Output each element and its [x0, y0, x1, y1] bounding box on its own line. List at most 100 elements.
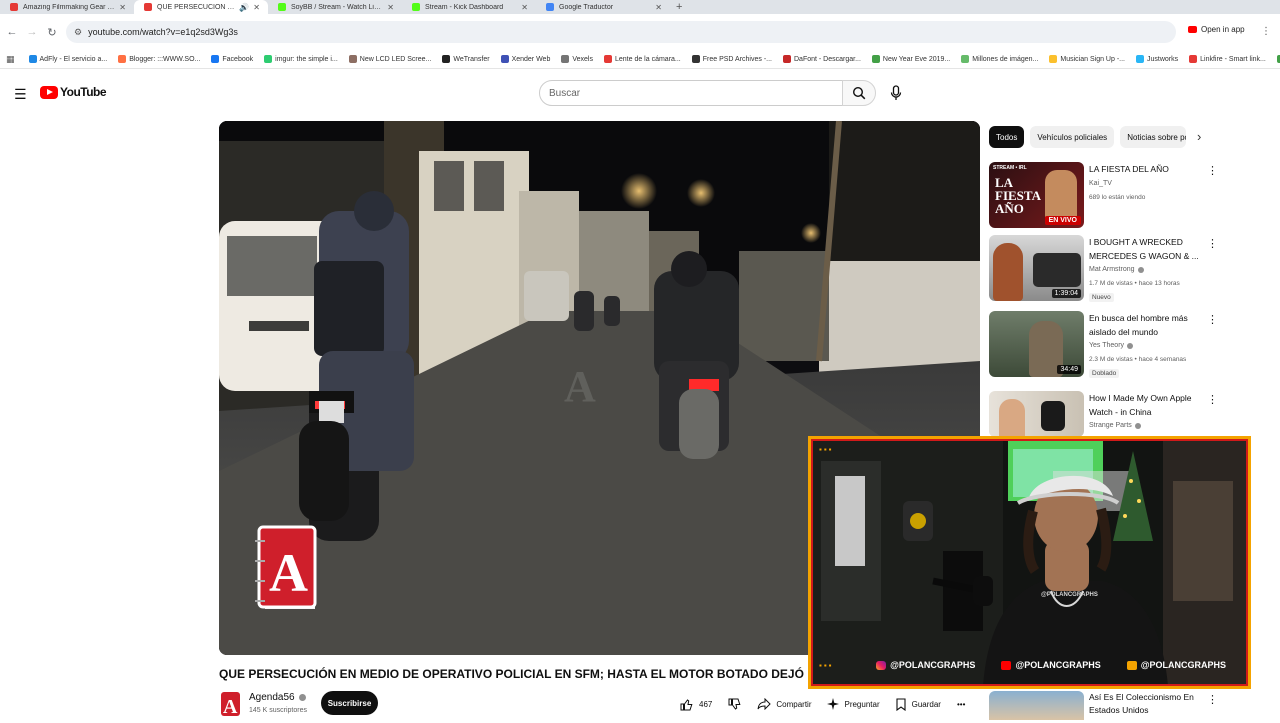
video-thumbnail[interactable]: 34:49 — [989, 311, 1084, 377]
chevron-right-icon[interactable]: › — [1197, 129, 1201, 144]
social-handles-bar: @POLANCGRAPHS @POLANCGRAPHS @POLANCGRAPH… — [813, 660, 1246, 670]
bookmark-label: Xender Web — [511, 55, 551, 63]
webcam-scene: @POLANCGRAPHS — [813, 441, 1246, 684]
bookmark-item[interactable]: New LCD LED Scree... — [348, 55, 432, 63]
bookmark-item[interactable]: Musician Sign Up -... — [1049, 55, 1125, 63]
video-title[interactable]: How I Made My Own Apple Watch - in China — [1089, 391, 1201, 419]
audio-icon[interactable]: 🔊 — [239, 3, 249, 12]
bookmark-label: Linkfire - Smart link... — [1200, 55, 1266, 63]
more-actions-button[interactable]: ••• — [949, 692, 973, 716]
dislike-button[interactable] — [720, 692, 749, 716]
verified-icon — [1137, 266, 1144, 273]
bookmark-favicon-icon — [28, 55, 37, 63]
video-thumbnail[interactable]: STREAM • IRL LA FIESTA AÑO EN VIVO — [989, 162, 1084, 228]
bookmark-item[interactable]: Millones de imágen... — [961, 55, 1038, 63]
bookmark-item[interactable]: Lente de la cámara... — [603, 55, 681, 63]
channel-logo-letter: A — [269, 543, 308, 603]
close-icon[interactable]: ✕ — [119, 3, 126, 12]
translate-favicon-icon — [546, 3, 554, 11]
search-input[interactable]: Buscar — [539, 80, 843, 106]
new-tab-button[interactable]: + — [676, 0, 682, 14]
kick-favicon-icon — [412, 3, 420, 11]
bookmark-item[interactable]: Vexels — [561, 55, 593, 63]
open-in-app-button[interactable]: Open in app — [1188, 25, 1245, 34]
video-title[interactable]: LA FIESTA DEL AÑO — [1089, 162, 1201, 176]
ask-button[interactable]: Preguntar — [819, 692, 887, 716]
video-thumbnail[interactable] — [989, 391, 1084, 437]
chip-all[interactable]: Todos — [989, 126, 1025, 148]
browser-tab-active[interactable]: QUE PERSECUCIÓN EN ME🔊✕ — [134, 0, 268, 14]
menu-icon[interactable]: ☰ — [14, 86, 27, 103]
channel-name[interactable]: Kai_TV — [1089, 180, 1112, 187]
recommendation-item[interactable]: 1:39:04 I BOUGHT A WRECKED MERCEDES G WA… — [989, 235, 1229, 307]
close-icon[interactable]: ✕ — [655, 3, 662, 12]
bookmark-item[interactable]: AdFly - El servicio a... — [28, 55, 107, 63]
close-icon[interactable]: ✕ — [387, 3, 394, 12]
bookmark-label: New LCD LED Scree... — [359, 55, 432, 63]
bookmark-item[interactable]: imgur: the simple i... — [264, 55, 338, 63]
voice-search-button[interactable] — [882, 80, 910, 106]
live-badge: EN VIVO — [1044, 216, 1081, 225]
site-info-icon[interactable]: ⚙ — [74, 27, 82, 38]
save-button[interactable]: Guardar — [888, 692, 949, 716]
video-title[interactable]: Así Es El Coleccionismo En Estados Unido… — [1089, 691, 1201, 717]
channel-name[interactable]: Yes Theory — [1089, 342, 1134, 349]
bookmark-item[interactable]: DaFont - Descargar... — [783, 55, 861, 63]
bookmark-item[interactable]: Justworks — [1136, 55, 1178, 63]
bookmark-item[interactable]: WeTransfer — [442, 55, 490, 63]
verified-icon — [1134, 422, 1141, 429]
bookmark-item[interactable]: Free PSD Archives -... — [691, 55, 772, 63]
search-icon — [852, 86, 866, 100]
share-button[interactable]: Compartir — [749, 692, 819, 716]
video-title[interactable]: En busca del hombre más aislado del mund… — [1089, 311, 1201, 339]
thumbnail-text: LA FIESTA AÑO — [995, 175, 1041, 216]
recommendation-item[interactable]: STREAM • IRL LA FIESTA AÑO EN VIVO LA FI… — [989, 162, 1229, 234]
more-vertical-icon[interactable]: ⋮ — [1207, 164, 1218, 177]
browser-tab[interactable]: SoyBB / Stream - Watch Live on ✕ — [268, 0, 402, 14]
youtube-icon — [1188, 26, 1197, 33]
bookmark-item[interactable]: Xender Web — [500, 55, 551, 63]
bookmark-item[interactable]: Facebook — [211, 55, 253, 63]
bookmark-label: Millones de imágen... — [972, 55, 1039, 63]
subscribe-button[interactable]: Suscribirse — [321, 691, 378, 715]
shirt-text: @POLANCGRAPHS — [1041, 592, 1098, 598]
apps-grid-icon[interactable]: ▦ — [6, 54, 15, 65]
channel-avatar[interactable]: A — [219, 690, 242, 718]
more-vertical-icon[interactable]: ⋮ — [1207, 313, 1218, 326]
close-icon[interactable]: ✕ — [521, 3, 528, 12]
thumbnail-watch — [1041, 401, 1065, 431]
more-vertical-icon[interactable]: ⋮ — [1207, 393, 1218, 406]
more-vertical-icon[interactable]: ⋮ — [1261, 26, 1271, 37]
reload-icon[interactable]: ↻ — [42, 26, 62, 39]
like-button[interactable]: 467 — [672, 692, 720, 716]
bookmark-item[interactable]: Blogger: :::WWW.SO... — [118, 55, 200, 63]
video-meta: 2.3 M de vistas • hace 4 semanas — [1089, 356, 1187, 363]
youtube-logo[interactable]: YouTube — [40, 85, 107, 99]
address-bar[interactable]: ⚙ youtube.com/watch?v=e1q2sd3Wg3s — [66, 21, 1176, 43]
bookmark-item[interactable]: Linkfire - Smart link... — [1189, 55, 1266, 63]
more-vertical-icon[interactable]: ⋮ — [1207, 693, 1218, 706]
bookmark-item[interactable]: New Year Eve 2019... — [871, 55, 951, 63]
video-thumbnail[interactable]: 1:39:04 — [989, 235, 1084, 301]
instagram-icon — [876, 660, 887, 670]
back-arrow-icon[interactable]: ← — [2, 26, 22, 38]
more-vertical-icon[interactable]: ⋮ — [1207, 237, 1218, 250]
channel-name[interactable]: Mat Armstrong — [1089, 266, 1144, 273]
browser-tab[interactable]: Stream - Kick Dashboard ✕ — [402, 0, 536, 14]
browser-tab[interactable]: Amazing Filmmaking Gear Und ✕ — [0, 0, 134, 14]
close-icon[interactable]: ✕ — [253, 3, 260, 12]
recommendation-item[interactable]: Así Es El Coleccionismo En Estados Unido… — [989, 691, 1229, 720]
search-button[interactable] — [842, 80, 876, 106]
recommendation-item[interactable]: 34:49 En busca del hombre más aislado de… — [989, 311, 1229, 383]
channel-name[interactable]: Agenda56 — [249, 692, 306, 703]
bookmark-label: New Year Eve 2019... — [882, 55, 951, 63]
channel-name[interactable]: Strange Parts — [1089, 422, 1141, 429]
bookmark-label: Justworks — [1147, 55, 1179, 63]
chip-police-news[interactable]: Noticias sobre po — [1120, 126, 1187, 148]
chip-police-vehicles[interactable]: Vehículos policiales — [1030, 126, 1115, 148]
forward-arrow-icon[interactable]: → — [22, 26, 42, 38]
video-title[interactable]: I BOUGHT A WRECKED MERCEDES G WAGON & ..… — [1089, 235, 1201, 263]
video-thumbnail[interactable] — [989, 691, 1084, 720]
thumbnail-tag: STREAM • IRL — [993, 165, 1027, 171]
browser-tab[interactable]: Google Traductor ✕ — [536, 0, 670, 14]
